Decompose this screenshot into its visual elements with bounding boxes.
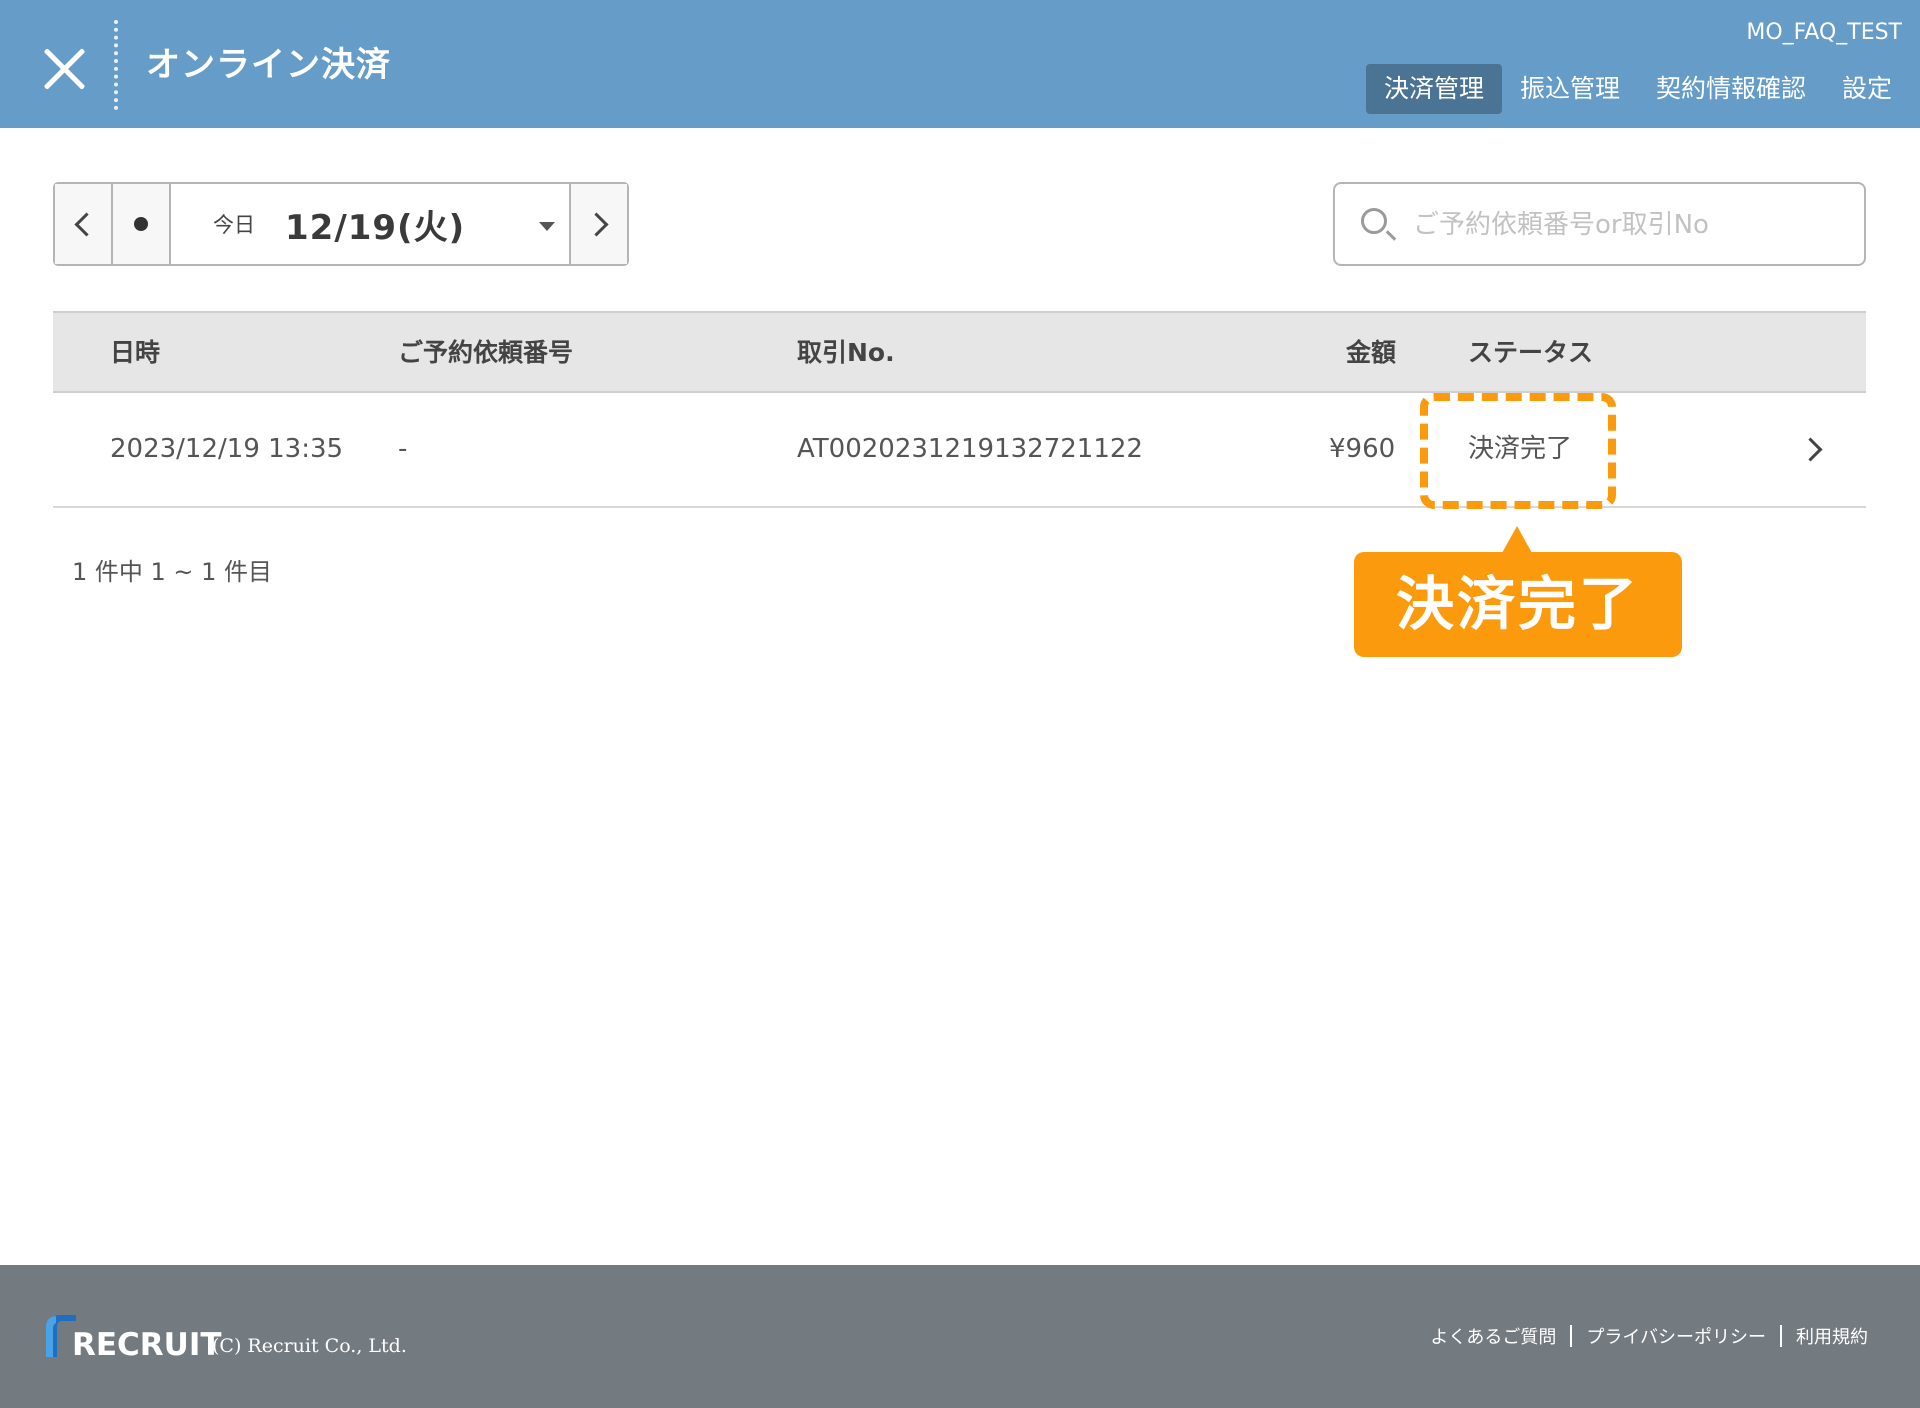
footer-link-faq[interactable]: よくあるご質問 bbox=[1430, 1323, 1556, 1349]
recruit-logo: RECRUIT (C) Recruit Co., Ltd. bbox=[42, 1313, 422, 1373]
footer: RECRUIT (C) Recruit Co., Ltd. よくあるご質問 プラ… bbox=[0, 1265, 1920, 1408]
page-title: オンライン決済 bbox=[146, 45, 391, 85]
caret-down-icon bbox=[539, 222, 555, 231]
column-header-datetime: 日時 bbox=[110, 338, 161, 367]
cell-transaction-no: AT0020231219132721122 bbox=[797, 434, 1143, 464]
prev-day-button[interactable] bbox=[55, 184, 113, 264]
column-header-status: ステータス bbox=[1468, 338, 1594, 367]
footer-divider bbox=[1570, 1325, 1573, 1347]
column-header-amount: 金額 bbox=[1346, 338, 1397, 367]
status-highlight-frame bbox=[1420, 393, 1616, 509]
callout-arrow bbox=[1502, 526, 1532, 553]
today-label: 今日 bbox=[213, 213, 255, 237]
logo-text: RECRUIT bbox=[72, 1327, 222, 1363]
selected-date: 12/19(火) bbox=[285, 207, 466, 248]
pagination-summary: 1 件中 1 ~ 1 件目 bbox=[72, 558, 273, 586]
tab-payment-management[interactable]: 決済管理 bbox=[1365, 64, 1502, 114]
date-select[interactable]: 今日 12/19(火) bbox=[171, 184, 569, 264]
chevron-left-icon bbox=[73, 211, 99, 237]
header-divider bbox=[114, 20, 118, 110]
status-callout: 決済完了 bbox=[1354, 552, 1682, 657]
tab-transfer-management[interactable]: 振込管理 bbox=[1502, 64, 1638, 114]
footer-links: よくあるご質問 プライバシーポリシー 利用規約 bbox=[1430, 1323, 1868, 1349]
search-box bbox=[1333, 182, 1866, 266]
cell-reservation-no: - bbox=[398, 434, 408, 464]
app-header: オンライン決済 MO_FAQ_TEST 決済管理 振込管理 契約情報確認 設定 bbox=[0, 0, 1920, 128]
cell-amount: ¥960 bbox=[1329, 434, 1396, 464]
search-icon bbox=[1361, 208, 1387, 234]
user-name: MO_FAQ_TEST bbox=[1746, 20, 1902, 45]
search-input[interactable] bbox=[1411, 196, 1845, 254]
date-navigator: 今日 12/19(火) bbox=[53, 182, 629, 266]
tab-settings[interactable]: 設定 bbox=[1824, 64, 1910, 114]
chevron-right-icon bbox=[583, 211, 609, 237]
next-day-button[interactable] bbox=[569, 184, 627, 264]
table-header: 日時 ご予約依頼番号 取引No. 金額 ステータス bbox=[53, 311, 1866, 393]
dot-icon bbox=[134, 217, 148, 231]
footer-link-privacy[interactable]: プライバシーポリシー bbox=[1586, 1323, 1766, 1349]
footer-divider bbox=[1780, 1325, 1782, 1347]
close-icon[interactable] bbox=[40, 44, 90, 94]
copyright: (C) Recruit Co., Ltd. bbox=[212, 1335, 407, 1357]
column-header-reservation-no: ご予約依頼番号 bbox=[398, 338, 574, 367]
footer-link-terms[interactable]: 利用規約 bbox=[1796, 1323, 1868, 1349]
cell-datetime: 2023/12/19 13:35 bbox=[110, 434, 344, 464]
column-header-transaction-no: 取引No. bbox=[797, 338, 895, 367]
main-nav: 決済管理 振込管理 契約情報確認 設定 bbox=[1365, 64, 1910, 114]
chevron-right-icon[interactable] bbox=[1798, 437, 1823, 462]
today-button[interactable] bbox=[113, 184, 171, 264]
tab-contract-info[interactable]: 契約情報確認 bbox=[1638, 64, 1824, 114]
